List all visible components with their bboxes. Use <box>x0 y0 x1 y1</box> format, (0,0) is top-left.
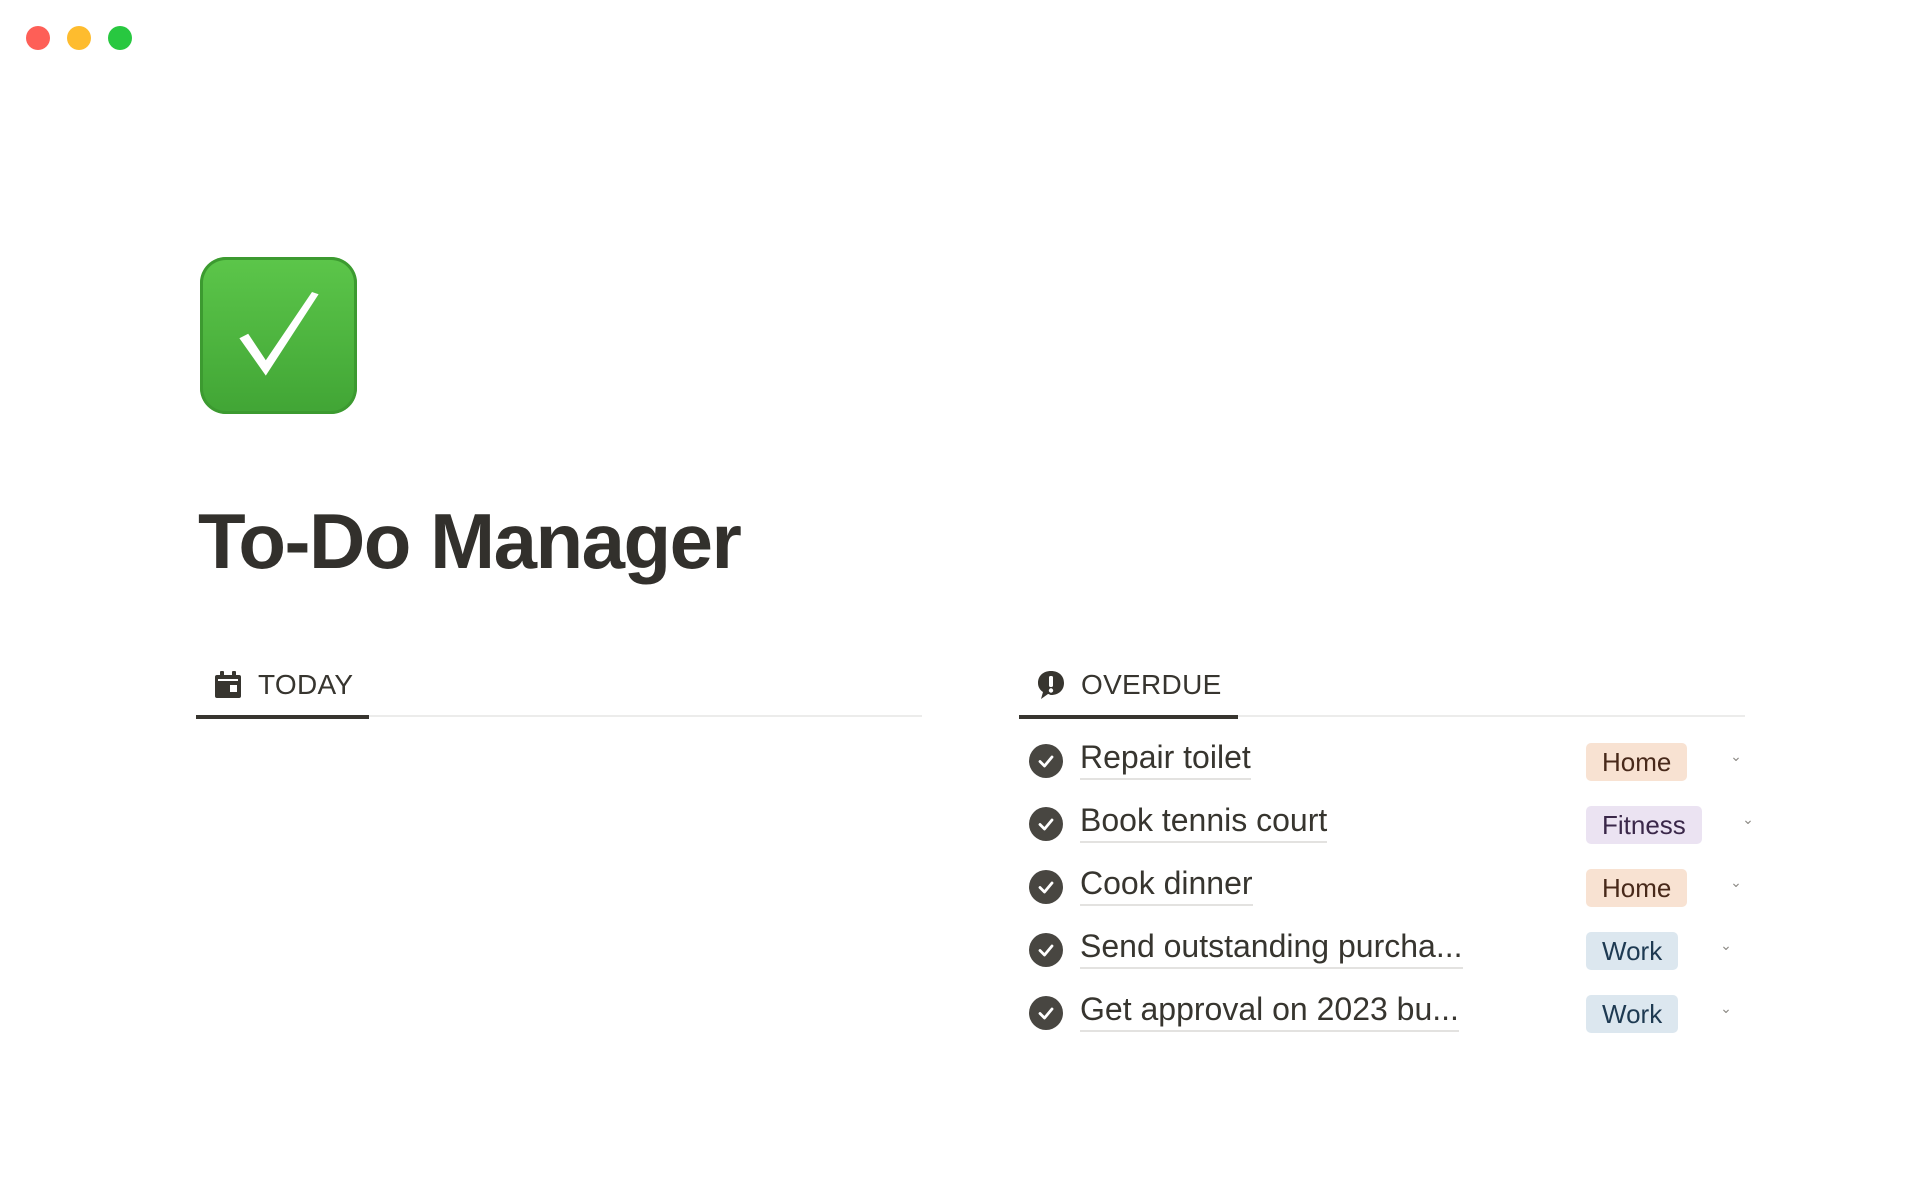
today-section: TODAY <box>196 652 922 729</box>
task-name[interactable]: Repair toilet <box>1080 739 1251 780</box>
task-name[interactable]: Book tennis court <box>1080 802 1328 843</box>
list-item: Repair toilet Home ⌄ <box>1019 729 1745 792</box>
tab-today-label: TODAY <box>258 668 354 700</box>
row-menu-icon[interactable]: ⌄ <box>1729 749 1743 763</box>
overdue-task-list: Repair toilet Home ⌄ Book tennis court F… <box>1019 729 1754 1044</box>
overdue-section: OVERDUE Repair toilet Home ⌄ Book tennis… <box>1019 652 1754 1044</box>
completed-check-icon[interactable] <box>1029 996 1063 1030</box>
list-item: Cook dinner Home ⌄ <box>1019 855 1745 918</box>
zoom-window-button[interactable] <box>108 26 132 50</box>
tag-badge: Home <box>1586 743 1688 781</box>
close-window-button[interactable] <box>26 26 50 50</box>
tab-overdue[interactable]: OVERDUE <box>1019 652 1238 719</box>
calendar-icon <box>212 669 244 701</box>
list-item: Get approval on 2023 bu... Work ⌄ <box>1019 981 1745 1044</box>
exclamation-speech-bubble-icon <box>1035 669 1067 701</box>
task-name[interactable]: Cook dinner <box>1080 865 1253 906</box>
list-item: Book tennis court Fitness ⌄ <box>1019 792 1754 855</box>
row-menu-icon[interactable]: ⌄ <box>1719 1001 1733 1015</box>
page-title: To-Do Manager <box>198 497 742 585</box>
window-controls <box>26 26 132 50</box>
completed-check-icon[interactable] <box>1029 870 1063 904</box>
tag-badge: Fitness <box>1586 806 1702 844</box>
tab-today[interactable]: TODAY <box>196 652 370 719</box>
overdue-tabbar: OVERDUE <box>1019 652 1745 719</box>
list-item: Send outstanding purcha... Work ⌄ <box>1019 918 1745 981</box>
tag-badge: Work <box>1586 932 1679 970</box>
minimize-window-button[interactable] <box>67 26 91 50</box>
completed-check-icon[interactable] <box>1029 807 1063 841</box>
row-menu-icon[interactable]: ⌄ <box>1741 812 1755 826</box>
task-name[interactable]: Send outstanding purcha... <box>1080 928 1463 969</box>
task-name[interactable]: Get approval on 2023 bu... <box>1080 991 1459 1032</box>
completed-check-icon[interactable] <box>1029 744 1063 778</box>
tag-badge: Work <box>1586 995 1679 1033</box>
tab-overdue-label: OVERDUE <box>1081 668 1222 700</box>
completed-check-icon[interactable] <box>1029 933 1063 967</box>
row-menu-icon[interactable]: ⌄ <box>1729 875 1743 889</box>
row-menu-icon[interactable]: ⌄ <box>1719 938 1733 952</box>
check-mark-button-icon[interactable] <box>200 257 357 414</box>
today-tabbar: TODAY <box>196 652 922 719</box>
tag-badge: Home <box>1586 869 1688 907</box>
